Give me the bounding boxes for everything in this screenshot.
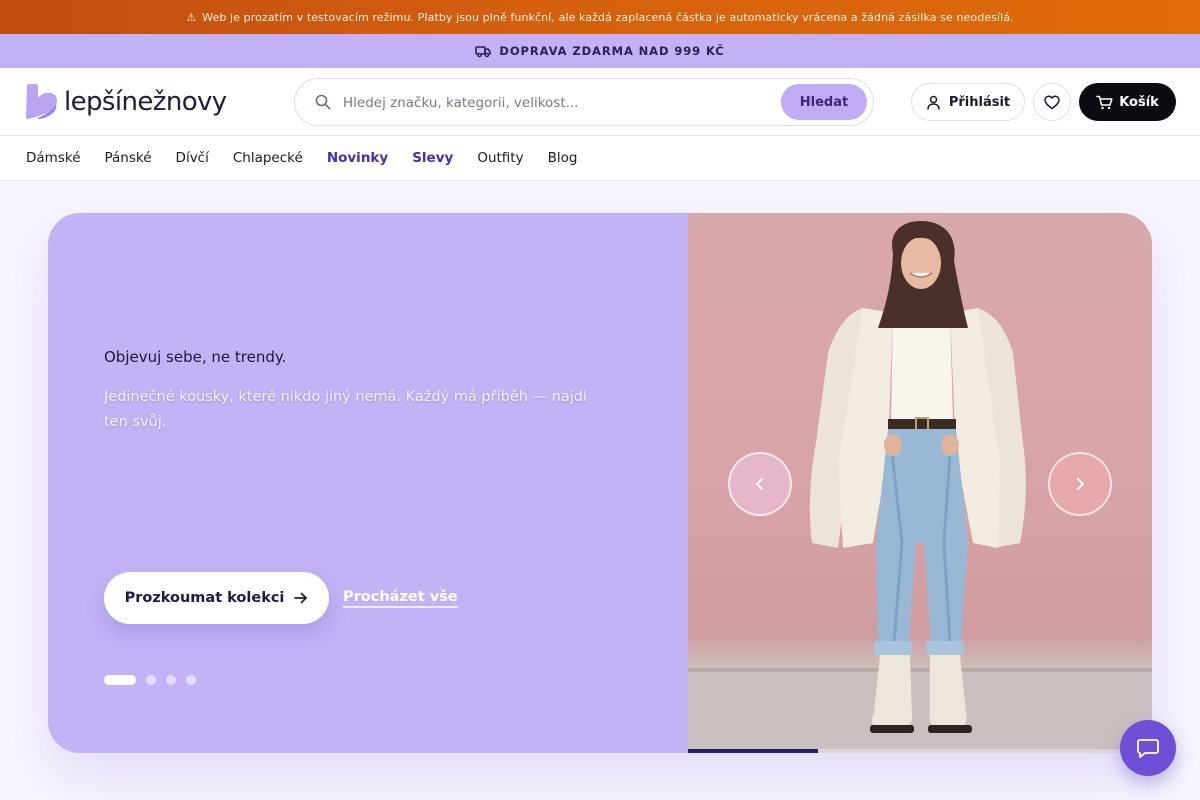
- logo-mark-icon: [26, 84, 57, 119]
- cart-label: Košík: [1119, 94, 1159, 110]
- hero-title: Objevuj sebe, ne trendy.: [104, 348, 287, 366]
- login-label: Přihlásit: [948, 94, 1011, 110]
- search-icon: [315, 94, 331, 110]
- slide-indicators: [104, 675, 206, 685]
- truck-icon: [475, 46, 492, 58]
- nav-item-outfity[interactable]: Outfity: [477, 150, 523, 166]
- logo-text: lepšínežnovy: [64, 87, 227, 117]
- test-mode-warning-bar: ⚠ Web je prozatím v testovacím režimu. P…: [0, 0, 1200, 34]
- hero-photo: [688, 213, 1152, 753]
- nav-item-chlapecke[interactable]: Chlapecké: [233, 150, 303, 166]
- nav-item-panske[interactable]: Pánské: [105, 150, 152, 166]
- slide-dot-2[interactable]: [146, 675, 156, 685]
- nav-item-novinky[interactable]: Novinky: [327, 150, 388, 166]
- search-button[interactable]: Hledat: [781, 84, 867, 120]
- warning-text: Web je prozatím v testovacím režimu. Pla…: [202, 10, 1014, 24]
- slide-dot-4[interactable]: [186, 675, 196, 685]
- arrow-right-icon: [294, 592, 308, 604]
- user-icon: [927, 95, 940, 110]
- hero-banner: Objevuj sebe, ne trendy. Jedinečné kousk…: [48, 213, 1152, 753]
- nav-item-blog[interactable]: Blog: [548, 150, 578, 166]
- explore-collection-label: Prozkoumat kolekci: [124, 590, 285, 606]
- free-shipping-bar: DOPRAVA ZDARMA NAD 999 KČ: [0, 34, 1200, 68]
- chat-bubble-icon: [1137, 739, 1159, 758]
- chevron-right-icon: [1077, 478, 1084, 490]
- wishlist-button[interactable]: [1033, 83, 1071, 121]
- cart-button[interactable]: Košík: [1079, 83, 1176, 121]
- chat-button[interactable]: [1120, 720, 1176, 776]
- search-bar: Hledat: [294, 78, 874, 126]
- site-logo[interactable]: lepšínežnovy: [24, 84, 227, 120]
- login-button[interactable]: Přihlásit: [911, 83, 1025, 121]
- explore-collection-button[interactable]: Prozkoumat kolekci: [104, 572, 329, 624]
- nav-item-slevy[interactable]: Slevy: [412, 150, 453, 166]
- slide-dot-1[interactable]: [104, 675, 136, 685]
- shipping-text: DOPRAVA ZDARMA NAD 999 KČ: [499, 44, 725, 58]
- hero-subtitle: Jedinečné kousky, které nikdo jiný nemá.…: [104, 389, 587, 430]
- heart-icon: [1044, 94, 1060, 109]
- chevron-left-icon: [756, 478, 763, 490]
- carousel-next-button[interactable]: [1048, 452, 1112, 516]
- carousel-prev-button[interactable]: [728, 452, 792, 516]
- site-header: lepšínežnovy Hledat Přihlásit Košík: [0, 68, 1200, 136]
- category-nav: Dámské Pánské Dívčí Chlapecké Novinky Sl…: [0, 136, 1200, 181]
- slide-dot-3[interactable]: [166, 675, 176, 685]
- browse-all-link[interactable]: Procházet vše: [343, 589, 458, 608]
- slide-progress-fill: [688, 749, 818, 753]
- warning-icon: ⚠: [186, 10, 197, 24]
- search-input[interactable]: [343, 91, 763, 115]
- cart-icon: [1096, 95, 1113, 109]
- slide-progress-bar: [688, 749, 1152, 753]
- nav-item-divci[interactable]: Dívčí: [176, 150, 209, 166]
- nav-item-damske[interactable]: Dámské: [26, 150, 81, 166]
- hero-content: Objevuj sebe, ne trendy. Jedinečné kousk…: [48, 213, 688, 753]
